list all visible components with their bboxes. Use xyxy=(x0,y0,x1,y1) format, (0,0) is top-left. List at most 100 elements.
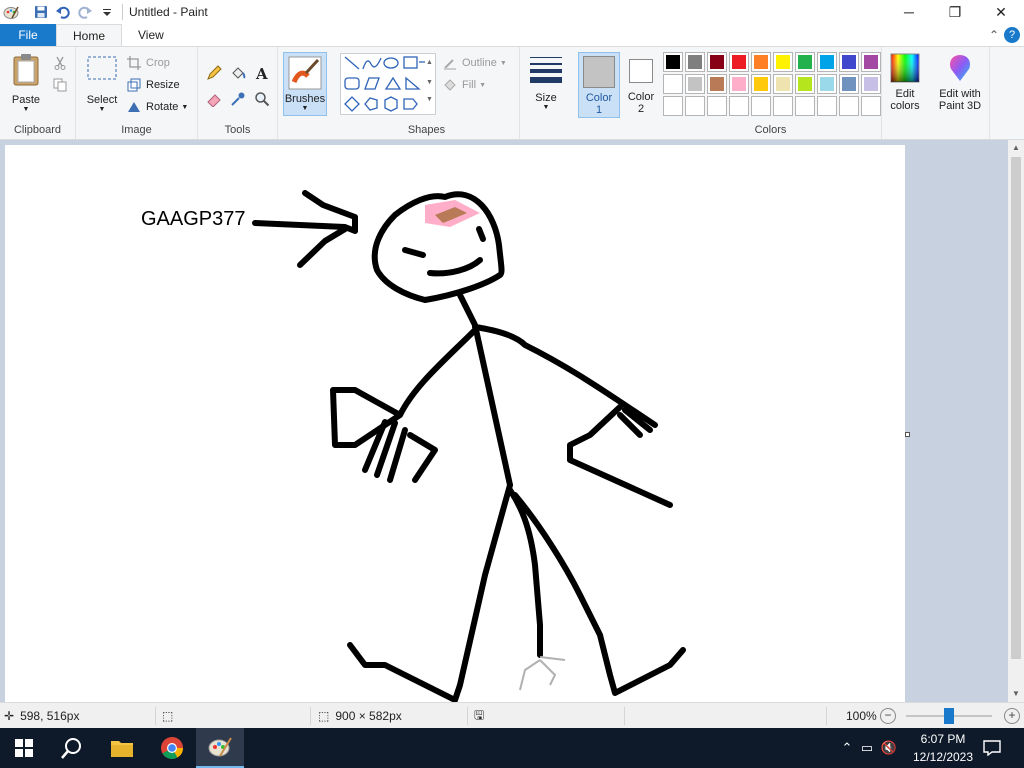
color-swatch[interactable] xyxy=(707,96,727,116)
color-swatch[interactable] xyxy=(729,52,749,72)
color1-button[interactable]: Color 1 xyxy=(578,52,620,118)
color-picker-tool[interactable] xyxy=(230,89,250,109)
network-icon[interactable]: ▭ xyxy=(856,740,878,756)
tab-file[interactable]: File xyxy=(0,24,56,46)
search-button[interactable] xyxy=(48,728,96,768)
paint-app-icon[interactable] xyxy=(0,1,22,23)
undo-icon[interactable] xyxy=(52,1,74,23)
close-button[interactable]: ✕ xyxy=(978,0,1024,24)
canvas-resize-handle-right[interactable] xyxy=(905,432,910,437)
text-tool[interactable]: A xyxy=(254,63,274,83)
copy-button[interactable] xyxy=(52,75,72,95)
redo-icon[interactable] xyxy=(74,1,96,23)
color-swatch[interactable] xyxy=(751,96,771,116)
magnifier-tool[interactable] xyxy=(254,89,274,109)
magnifier-icon xyxy=(254,91,270,107)
notification-icon xyxy=(983,740,1001,756)
drawing-canvas[interactable]: GAAGP377 xyxy=(5,145,905,702)
zoom-slider-thumb[interactable] xyxy=(944,708,954,724)
zoom-slider[interactable] xyxy=(906,703,996,729)
image-group: Select ▼ Crop Resize Rotate ▼ Image xyxy=(76,47,198,139)
color-swatch[interactable] xyxy=(795,74,815,94)
start-button[interactable] xyxy=(0,728,48,768)
color-swatch[interactable] xyxy=(729,74,749,94)
color2-button[interactable]: Color 2 xyxy=(622,52,660,118)
color-swatch[interactable] xyxy=(773,96,793,116)
scroll-down-icon[interactable]: ▼ xyxy=(1008,686,1024,702)
outline-button[interactable]: Outline ▼ xyxy=(442,53,507,73)
color-swatch[interactable] xyxy=(817,52,837,72)
eraser-tool[interactable] xyxy=(206,89,226,109)
color-swatch[interactable] xyxy=(685,74,705,94)
color-swatch[interactable] xyxy=(773,52,793,72)
color-swatch[interactable] xyxy=(663,74,683,94)
paint-window: Untitled - Paint ─ ❐ ✕ File Home View ⌃ … xyxy=(0,0,1024,728)
color-swatch[interactable] xyxy=(861,52,881,72)
select-button[interactable]: Select ▼ xyxy=(82,55,122,113)
customize-toolbar-icon[interactable] xyxy=(96,1,118,23)
file-explorer-button[interactable] xyxy=(98,728,146,768)
color-swatch[interactable] xyxy=(795,96,815,116)
color-swatch[interactable] xyxy=(817,74,837,94)
paste-button[interactable]: Paste ▼ xyxy=(6,53,46,113)
color-swatch[interactable] xyxy=(773,74,793,94)
vertical-scrollbar[interactable]: ▲ ▼ xyxy=(1008,140,1024,702)
minimize-button[interactable]: ─ xyxy=(886,0,932,24)
pencil-tool[interactable] xyxy=(206,63,226,83)
collapse-ribbon-button[interactable]: ⌃ xyxy=(984,28,1004,42)
chrome-button[interactable] xyxy=(148,728,196,768)
cursor-position-icon: ✛ xyxy=(4,709,15,723)
color-swatch[interactable] xyxy=(839,96,859,116)
colors-label: Colors xyxy=(754,124,787,136)
color-swatch[interactable] xyxy=(685,52,705,72)
rotate-button[interactable]: Rotate ▼ xyxy=(126,97,188,117)
color-swatch[interactable] xyxy=(839,74,859,94)
chevron-up-icon: ▲ xyxy=(426,59,433,66)
save-icon[interactable] xyxy=(30,1,52,23)
color-swatch[interactable] xyxy=(729,96,749,116)
color-swatch[interactable] xyxy=(839,52,859,72)
maximize-button[interactable]: ❐ xyxy=(932,0,978,24)
shapes-scroll[interactable]: ▲ ▼ ▼ xyxy=(426,53,438,115)
clock[interactable]: 6:07 PM 12/12/2023 xyxy=(908,730,978,766)
copy-icon xyxy=(52,77,68,93)
color-swatch[interactable] xyxy=(795,52,815,72)
zoom-in-button[interactable]: + xyxy=(1004,708,1020,724)
shapes-gallery[interactable] xyxy=(340,53,436,115)
tab-home[interactable]: Home xyxy=(56,24,123,46)
color-swatch[interactable] xyxy=(861,74,881,94)
fill-button[interactable]: Fill ▼ xyxy=(442,75,486,95)
edit-with-paint3d-button[interactable]: Edit with Paint 3D xyxy=(932,53,988,112)
help-button[interactable]: ? xyxy=(1004,27,1020,43)
more-shapes-icon: ▼ xyxy=(426,96,433,103)
size-button[interactable]: Size ▼ xyxy=(526,55,566,111)
resize-button[interactable]: Resize xyxy=(126,75,180,95)
color-swatch[interactable] xyxy=(861,96,881,116)
action-center-button[interactable] xyxy=(972,728,1012,768)
cut-button[interactable] xyxy=(52,53,72,73)
show-hidden-icons-icon[interactable]: ⌃ xyxy=(838,740,856,756)
volume-muted-icon[interactable]: 🔇 xyxy=(878,740,900,756)
chevron-down-icon: ▼ xyxy=(181,103,189,111)
tab-view[interactable]: View xyxy=(122,24,180,46)
brushes-button[interactable]: Brushes ▼ xyxy=(283,52,327,116)
edit-colors-button[interactable]: Edit colors xyxy=(884,53,926,112)
scroll-thumb[interactable] xyxy=(1011,157,1021,659)
color-swatch[interactable] xyxy=(707,52,727,72)
color-swatch[interactable] xyxy=(751,52,771,72)
color-swatch[interactable] xyxy=(663,96,683,116)
fill-tool[interactable] xyxy=(230,63,250,83)
color-swatch[interactable] xyxy=(685,96,705,116)
color-swatch[interactable] xyxy=(817,96,837,116)
clock-date: 12/12/2023 xyxy=(912,750,974,764)
crop-button[interactable]: Crop xyxy=(126,53,170,73)
color-swatch[interactable] xyxy=(663,52,683,72)
chevron-down-icon: ▼ xyxy=(499,59,507,67)
zoom-out-button[interactable]: − xyxy=(880,708,896,724)
clipboard-icon xyxy=(13,54,39,86)
scroll-up-icon[interactable]: ▲ xyxy=(1008,140,1024,156)
color-swatch[interactable] xyxy=(707,74,727,94)
color-swatch[interactable] xyxy=(751,74,771,94)
paint-taskbar-button[interactable] xyxy=(196,728,244,768)
taskbar: ⌃ ▭ 🔇 6:07 PM 12/12/2023 xyxy=(0,728,1024,768)
